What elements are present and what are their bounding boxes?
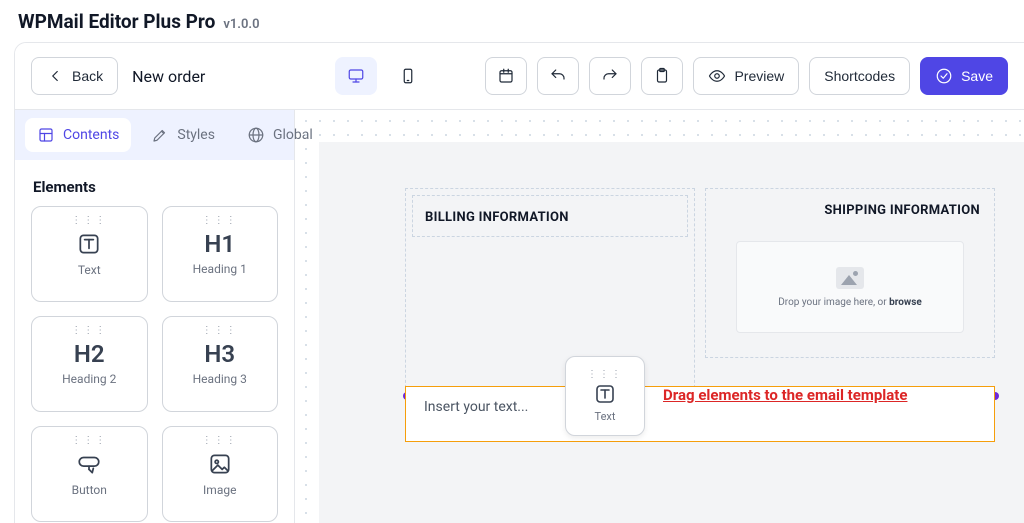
viewport-mobile-button[interactable] xyxy=(387,57,429,95)
save-button[interactable]: Save xyxy=(920,57,1008,95)
save-button-label: Save xyxy=(961,68,993,84)
clipboard-icon xyxy=(653,67,671,85)
undo-button[interactable] xyxy=(537,57,579,95)
sidebar: Contents Styles Global Elements xyxy=(15,110,295,523)
grip-icon: ⋮⋮⋮ xyxy=(202,215,238,226)
element-label: Image xyxy=(203,483,236,497)
canvas[interactable]: BILLING INFORMATION SHIPPING INFORMATION… xyxy=(295,110,1024,523)
image-dropzone[interactable]: Drop your image here, or browse xyxy=(736,241,964,333)
redo-button[interactable] xyxy=(589,57,631,95)
calendar-icon xyxy=(497,67,515,85)
sidebar-tab-styles[interactable]: Styles xyxy=(139,118,227,152)
text-icon xyxy=(76,231,102,257)
clipboard-button[interactable] xyxy=(641,57,683,95)
shipping-title: SHIPPING INFORMATION xyxy=(824,203,980,218)
element-image[interactable]: ⋮⋮⋮ Image xyxy=(162,426,279,522)
element-button[interactable]: ⋮⋮⋮ Button xyxy=(31,426,148,522)
grip-icon: ⋮⋮⋮ xyxy=(71,435,107,446)
top-toolbar: Back New order xyxy=(15,43,1024,110)
chevron-left-icon xyxy=(46,67,64,85)
grip-icon: ⋮⋮⋮ xyxy=(587,369,623,380)
dragging-element-label: Text xyxy=(595,410,616,423)
smartphone-icon xyxy=(399,67,417,85)
shipping-column[interactable]: SHIPPING INFORMATION Drop your image her… xyxy=(705,188,995,358)
grip-icon: ⋮⋮⋮ xyxy=(202,325,238,336)
dragging-element[interactable]: ⋮⋮⋮ Text xyxy=(565,356,645,436)
drop-hint-text: Drag elements to the email template xyxy=(663,386,907,404)
grip-icon: ⋮⋮⋮ xyxy=(71,325,107,336)
back-button[interactable]: Back xyxy=(31,57,118,95)
preview-button-label: Preview xyxy=(734,68,784,84)
template-name: New order xyxy=(128,67,205,86)
billing-header: BILLING INFORMATION xyxy=(412,195,688,237)
grip-icon: ⋮⋮⋮ xyxy=(202,435,238,446)
billing-column[interactable]: BILLING INFORMATION xyxy=(405,188,695,398)
grip-icon: ⋮⋮⋮ xyxy=(71,215,107,226)
element-heading1[interactable]: ⋮⋮⋮ H1 Heading 1 xyxy=(162,206,279,302)
element-glyph: H2 xyxy=(74,342,105,366)
back-button-label: Back xyxy=(72,68,103,84)
redo-icon xyxy=(601,67,619,85)
billing-title: BILLING INFORMATION xyxy=(425,210,569,225)
element-label: Heading 3 xyxy=(193,372,247,386)
element-label: Heading 1 xyxy=(193,262,247,276)
element-heading2[interactable]: ⋮⋮⋮ H2 Heading 2 xyxy=(31,316,148,412)
sidebar-tab-label: Contents xyxy=(63,127,119,143)
image-icon xyxy=(207,451,233,477)
globe-icon xyxy=(247,126,265,144)
shortcodes-button-label: Shortcodes xyxy=(824,68,895,84)
eye-icon xyxy=(708,67,726,85)
sidebar-tab-contents[interactable]: Contents xyxy=(25,118,131,152)
app-name: WPMail Editor Plus Pro xyxy=(18,10,215,33)
preview-button[interactable]: Preview xyxy=(693,57,799,95)
element-label: Heading 2 xyxy=(62,372,116,386)
image-placeholder-icon xyxy=(836,267,864,289)
text-icon xyxy=(593,382,617,406)
pencil-icon xyxy=(151,126,169,144)
app-titlebar: WPMail Editor Plus Pro v1.0.0 xyxy=(0,0,1024,41)
element-glyph: H3 xyxy=(204,342,235,366)
image-drop-caption: Drop your image here, or browse xyxy=(778,297,922,308)
undo-icon xyxy=(549,67,567,85)
sidebar-tab-label: Styles xyxy=(177,127,215,143)
element-label: Text xyxy=(78,263,101,277)
app-version: v1.0.0 xyxy=(223,17,259,32)
button-icon xyxy=(76,451,102,477)
viewport-desktop-button[interactable] xyxy=(335,57,377,95)
email-template[interactable]: BILLING INFORMATION SHIPPING INFORMATION… xyxy=(319,142,1024,523)
element-glyph: H1 xyxy=(204,232,235,256)
shortcodes-button[interactable]: Shortcodes xyxy=(809,57,910,95)
sidebar-section-title: Elements xyxy=(15,160,294,206)
editor-main: Contents Styles Global Elements xyxy=(15,110,1024,523)
elements-grid: ⋮⋮⋮ Text ⋮⋮⋮ H1 Heading 1 ⋮⋮⋮ H2 Heading xyxy=(15,206,294,523)
element-label: Button xyxy=(72,483,107,497)
element-heading3[interactable]: ⋮⋮⋮ H3 Heading 3 xyxy=(162,316,279,412)
sidebar-tabs: Contents Styles Global xyxy=(15,110,294,160)
editor-panel: Back New order xyxy=(14,42,1024,523)
check-circle-icon xyxy=(935,67,953,85)
text-block-placeholder: Insert your text... xyxy=(424,399,528,415)
monitor-icon xyxy=(347,67,365,85)
layout-icon xyxy=(37,126,55,144)
element-text[interactable]: ⋮⋮⋮ Text xyxy=(31,206,148,302)
calendar-button[interactable] xyxy=(485,57,527,95)
